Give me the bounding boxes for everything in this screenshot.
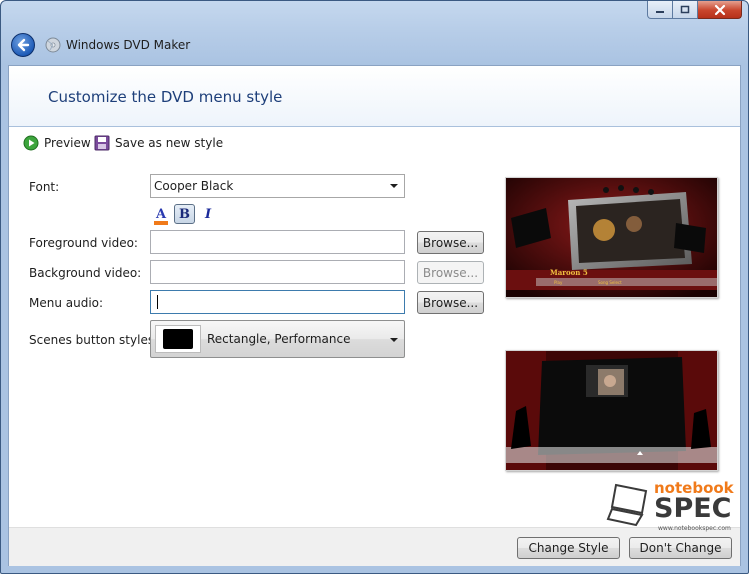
minimize-icon bbox=[656, 10, 664, 13]
close-icon bbox=[714, 4, 725, 15]
save-style-label: Save as new style bbox=[115, 136, 224, 150]
scene-style-thumbnail bbox=[155, 325, 201, 353]
preview-button[interactable]: Preview bbox=[23, 135, 91, 151]
foreground-video-label: Foreground video: bbox=[29, 236, 138, 250]
bold-icon: B bbox=[179, 206, 190, 222]
scenes-button-styles-label: Scenes button styles: bbox=[29, 333, 159, 347]
page-title: Customize the DVD menu style bbox=[48, 88, 283, 106]
menu-audio-browse-button[interactable]: Browse... bbox=[417, 291, 484, 314]
scenes-preview-image bbox=[506, 351, 717, 470]
menu-preview-play: Play bbox=[554, 280, 563, 285]
toolbar: Preview Save as new style bbox=[9, 127, 740, 159]
font-label: Font: bbox=[29, 180, 60, 194]
chevron-down-icon bbox=[390, 338, 398, 342]
change-style-button[interactable]: Change Style bbox=[517, 537, 620, 559]
caption-buttons bbox=[647, 1, 742, 20]
scene-style-value: Rectangle, Performance bbox=[207, 332, 351, 346]
notebookspec-watermark: notebook SPEC www.notebookspec.com bbox=[606, 479, 734, 533]
menu-preview-image: Maroon 5 Play Song Select bbox=[506, 178, 717, 297]
watermark-line3: www.notebookspec.com bbox=[658, 525, 731, 532]
chevron-down-icon bbox=[390, 184, 398, 188]
page-header: Customize the DVD menu style bbox=[9, 66, 740, 127]
italic-icon: I bbox=[204, 206, 212, 222]
dont-change-button[interactable]: Don't Change bbox=[629, 537, 732, 559]
font-color-icon: A bbox=[153, 207, 169, 225]
minimize-button[interactable] bbox=[647, 1, 673, 19]
save-disk-icon bbox=[94, 135, 110, 151]
foreground-browse-button[interactable]: Browse... bbox=[417, 231, 484, 254]
scenes-preview-thumbnail bbox=[505, 350, 718, 471]
menu-preview-thumbnail: Maroon 5 Play Song Select bbox=[505, 177, 718, 298]
save-as-new-style-button[interactable]: Save as new style bbox=[94, 135, 223, 151]
title-bar: Windows DVD Maker bbox=[1, 1, 748, 65]
background-video-label: Background video: bbox=[29, 266, 142, 280]
close-window-button[interactable] bbox=[698, 1, 742, 19]
italic-button[interactable]: I bbox=[199, 204, 217, 224]
menu-audio-label: Menu audio: bbox=[29, 296, 104, 310]
menu-preview-title: Maroon 5 bbox=[550, 268, 588, 277]
preview-label: Preview bbox=[44, 136, 91, 150]
bold-button[interactable]: B bbox=[174, 204, 195, 224]
dvd-maker-app-icon bbox=[45, 37, 61, 53]
maximize-icon bbox=[680, 5, 690, 13]
scenes-button-style-select[interactable]: Rectangle, Performance bbox=[150, 320, 405, 358]
watermark-line2: SPEC bbox=[654, 493, 732, 524]
font-color-button[interactable]: A bbox=[151, 204, 171, 225]
text-caret bbox=[157, 295, 158, 309]
laptop-logo-icon bbox=[606, 483, 648, 527]
menu-audio-input[interactable] bbox=[150, 290, 405, 314]
menu-preview-scenes: Song Select bbox=[598, 280, 622, 285]
maximize-button[interactable] bbox=[673, 1, 698, 19]
window-title: Windows DVD Maker bbox=[66, 38, 191, 52]
dvd-maker-window: Windows DVD Maker Customize the DVD menu… bbox=[0, 0, 749, 574]
font-select[interactable]: Cooper Black bbox=[150, 174, 405, 198]
foreground-video-input[interactable] bbox=[150, 230, 405, 254]
background-browse-button[interactable]: Browse... bbox=[417, 261, 484, 284]
font-select-value: Cooper Black bbox=[154, 179, 234, 193]
back-arrow-icon bbox=[17, 38, 30, 52]
play-icon bbox=[23, 135, 39, 151]
back-button[interactable] bbox=[11, 33, 35, 57]
background-video-input[interactable] bbox=[150, 260, 405, 284]
